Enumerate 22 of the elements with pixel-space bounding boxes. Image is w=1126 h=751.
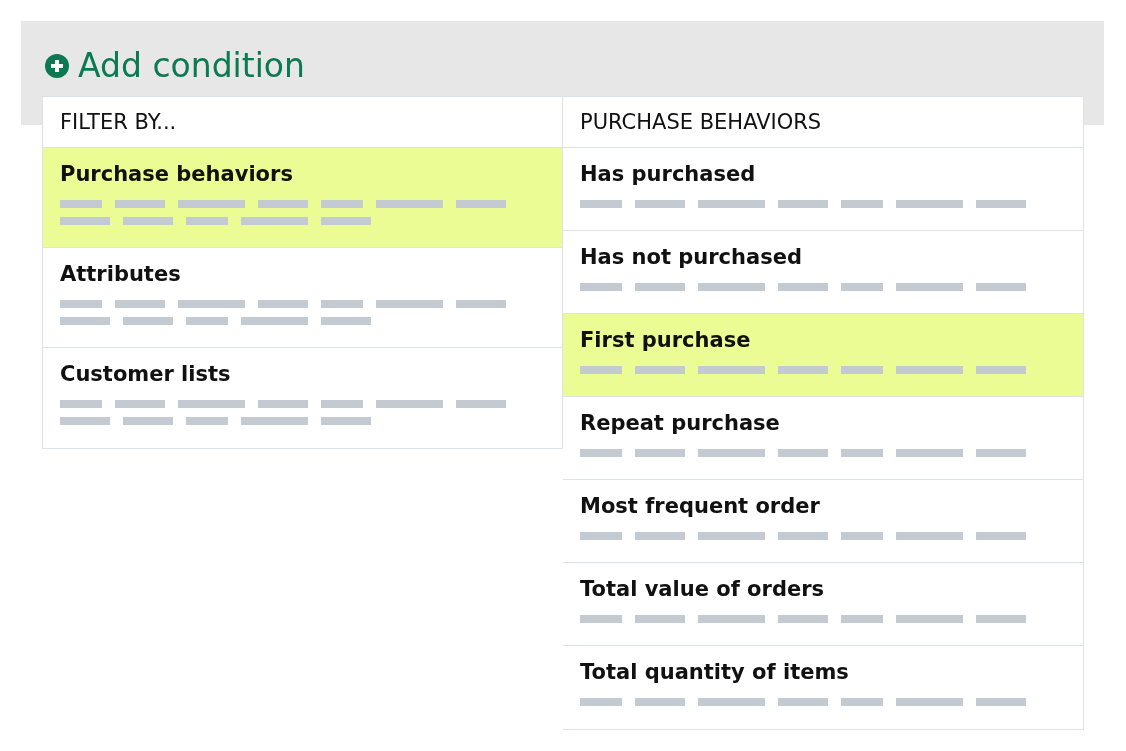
list-item[interactable]: Total value of orders — [563, 563, 1083, 646]
list-item[interactable]: Customer lists — [43, 348, 562, 448]
item-label: Most frequent order — [580, 494, 821, 518]
item-label: Purchase behaviors — [60, 162, 294, 186]
item-label: Has purchased — [580, 162, 757, 186]
list-item[interactable]: Attributes — [43, 248, 562, 348]
add-condition-button[interactable]: Add condition — [45, 46, 305, 85]
list-item[interactable]: Has purchased — [563, 148, 1083, 231]
list-item[interactable]: Purchase behaviors — [43, 148, 562, 248]
list-item[interactable]: Repeat purchase — [563, 397, 1083, 480]
item-label: Total value of orders — [580, 577, 826, 601]
list-item[interactable]: Total quantity of items — [563, 646, 1083, 729]
plus-circle-icon — [45, 53, 69, 78]
item-label: First purchase — [580, 328, 752, 352]
list-item[interactable]: Most frequent order — [563, 480, 1083, 563]
panel-header: PURCHASE BEHAVIORS — [563, 97, 1083, 148]
item-label: Has not purchased — [580, 245, 803, 269]
list-item[interactable]: First purchase — [563, 314, 1083, 397]
item-label: Attributes — [60, 262, 182, 286]
item-label: Repeat purchase — [580, 411, 781, 435]
item-label: Total quantity of items — [580, 660, 850, 684]
item-label: Customer lists — [60, 362, 232, 386]
